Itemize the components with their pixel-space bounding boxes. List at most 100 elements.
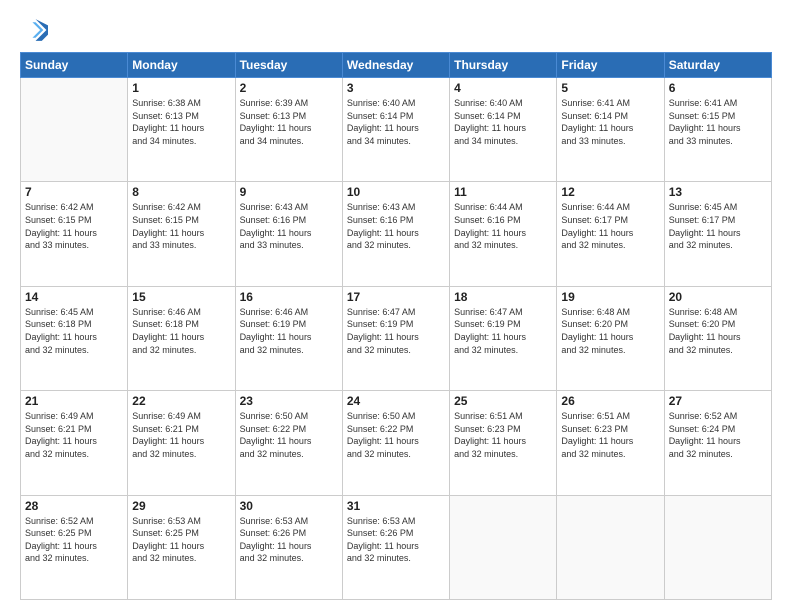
calendar-week-5: 28 Sunrise: 6:52 AM Sunset: 6:25 PM Dayli… <box>21 495 772 599</box>
day-number: 28 <box>25 499 123 513</box>
calendar-cell: 22 Sunrise: 6:49 AM Sunset: 6:21 PM Dayli… <box>128 391 235 495</box>
calendar-table: SundayMondayTuesdayWednesdayThursdayFrid… <box>20 52 772 600</box>
calendar-cell: 10 Sunrise: 6:43 AM Sunset: 6:16 PM Dayli… <box>342 182 449 286</box>
day-info: Sunrise: 6:41 AM Sunset: 6:14 PM Dayligh… <box>561 97 659 147</box>
calendar-cell: 21 Sunrise: 6:49 AM Sunset: 6:21 PM Dayli… <box>21 391 128 495</box>
day-info: Sunrise: 6:42 AM Sunset: 6:15 PM Dayligh… <box>132 201 230 251</box>
day-number: 20 <box>669 290 767 304</box>
day-info: Sunrise: 6:50 AM Sunset: 6:22 PM Dayligh… <box>240 410 338 460</box>
day-info: Sunrise: 6:50 AM Sunset: 6:22 PM Dayligh… <box>347 410 445 460</box>
day-info: Sunrise: 6:40 AM Sunset: 6:14 PM Dayligh… <box>347 97 445 147</box>
calendar-cell: 24 Sunrise: 6:50 AM Sunset: 6:22 PM Dayli… <box>342 391 449 495</box>
calendar-cell <box>450 495 557 599</box>
day-of-week-thursday: Thursday <box>450 53 557 78</box>
day-info: Sunrise: 6:44 AM Sunset: 6:16 PM Dayligh… <box>454 201 552 251</box>
day-info: Sunrise: 6:47 AM Sunset: 6:19 PM Dayligh… <box>347 306 445 356</box>
day-info: Sunrise: 6:46 AM Sunset: 6:19 PM Dayligh… <box>240 306 338 356</box>
calendar-cell: 27 Sunrise: 6:52 AM Sunset: 6:24 PM Dayli… <box>664 391 771 495</box>
calendar-cell: 1 Sunrise: 6:38 AM Sunset: 6:13 PM Daylig… <box>128 78 235 182</box>
calendar-cell: 23 Sunrise: 6:50 AM Sunset: 6:22 PM Dayli… <box>235 391 342 495</box>
calendar-cell: 17 Sunrise: 6:47 AM Sunset: 6:19 PM Dayli… <box>342 286 449 390</box>
day-info: Sunrise: 6:52 AM Sunset: 6:25 PM Dayligh… <box>25 515 123 565</box>
day-number: 4 <box>454 81 552 95</box>
calendar-cell: 15Sunrise: 6:46 AM Sunset: 6:18 PM Dayli… <box>128 286 235 390</box>
calendar-cell: 2 Sunrise: 6:39 AM Sunset: 6:13 PM Daylig… <box>235 78 342 182</box>
calendar-week-2: 7 Sunrise: 6:42 AM Sunset: 6:15 PM Daylig… <box>21 182 772 286</box>
day-of-week-wednesday: Wednesday <box>342 53 449 78</box>
calendar-cell: 26 Sunrise: 6:51 AM Sunset: 6:23 PM Dayli… <box>557 391 664 495</box>
calendar-cell: 31 Sunrise: 6:53 AM Sunset: 6:26 PM Dayli… <box>342 495 449 599</box>
calendar-cell: 7 Sunrise: 6:42 AM Sunset: 6:15 PM Daylig… <box>21 182 128 286</box>
day-info: Sunrise: 6:40 AM Sunset: 6:14 PM Dayligh… <box>454 97 552 147</box>
page: SundayMondayTuesdayWednesdayThursdayFrid… <box>0 0 792 612</box>
calendar-week-1: 1 Sunrise: 6:38 AM Sunset: 6:13 PM Daylig… <box>21 78 772 182</box>
day-number: 16 <box>240 290 338 304</box>
day-number: 31 <box>347 499 445 513</box>
calendar-cell: 25 Sunrise: 6:51 AM Sunset: 6:23 PM Dayli… <box>450 391 557 495</box>
calendar-week-4: 21 Sunrise: 6:49 AM Sunset: 6:21 PM Dayli… <box>21 391 772 495</box>
logo <box>20 16 52 44</box>
day-number: 7 <box>25 185 123 199</box>
day-info: Sunrise: 6:39 AM Sunset: 6:13 PM Dayligh… <box>240 97 338 147</box>
day-info: Sunrise: 6:51 AM Sunset: 6:23 PM Dayligh… <box>561 410 659 460</box>
day-info: Sunrise: 6:48 AM Sunset: 6:20 PM Dayligh… <box>669 306 767 356</box>
day-number: 13 <box>669 185 767 199</box>
calendar-cell: 13 Sunrise: 6:45 AM Sunset: 6:17 PM Dayli… <box>664 182 771 286</box>
day-number: 21 <box>25 394 123 408</box>
day-info: Sunrise: 6:41 AM Sunset: 6:15 PM Dayligh… <box>669 97 767 147</box>
day-info: Sunrise: 6:43 AM Sunset: 6:16 PM Dayligh… <box>347 201 445 251</box>
day-number: 15 <box>132 290 230 304</box>
day-number: 26 <box>561 394 659 408</box>
calendar-cell: 4 Sunrise: 6:40 AM Sunset: 6:14 PM Daylig… <box>450 78 557 182</box>
day-info: Sunrise: 6:42 AM Sunset: 6:15 PM Dayligh… <box>25 201 123 251</box>
day-info: Sunrise: 6:47 AM Sunset: 6:19 PM Dayligh… <box>454 306 552 356</box>
day-of-week-saturday: Saturday <box>664 53 771 78</box>
day-info: Sunrise: 6:51 AM Sunset: 6:23 PM Dayligh… <box>454 410 552 460</box>
calendar-cell: 16 Sunrise: 6:46 AM Sunset: 6:19 PM Dayli… <box>235 286 342 390</box>
day-number: 19 <box>561 290 659 304</box>
day-info: Sunrise: 6:45 AM Sunset: 6:18 PM Dayligh… <box>25 306 123 356</box>
day-number: 1 <box>132 81 230 95</box>
day-info: Sunrise: 6:38 AM Sunset: 6:13 PM Dayligh… <box>132 97 230 147</box>
calendar-cell: 30Sunrise: 6:53 AM Sunset: 6:26 PM Dayli… <box>235 495 342 599</box>
logo-icon <box>20 16 48 44</box>
day-of-week-friday: Friday <box>557 53 664 78</box>
calendar-cell <box>664 495 771 599</box>
calendar-cell: 14 Sunrise: 6:45 AM Sunset: 6:18 PM Dayli… <box>21 286 128 390</box>
day-number: 27 <box>669 394 767 408</box>
calendar-cell: 12Sunrise: 6:44 AM Sunset: 6:17 PM Dayli… <box>557 182 664 286</box>
day-info: Sunrise: 6:44 AM Sunset: 6:17 PM Dayligh… <box>561 201 659 251</box>
calendar-cell: 20 Sunrise: 6:48 AM Sunset: 6:20 PM Dayli… <box>664 286 771 390</box>
day-number: 25 <box>454 394 552 408</box>
calendar-week-3: 14 Sunrise: 6:45 AM Sunset: 6:18 PM Dayli… <box>21 286 772 390</box>
calendar-cell <box>21 78 128 182</box>
day-info: Sunrise: 6:53 AM Sunset: 6:26 PM Dayligh… <box>347 515 445 565</box>
day-info: Sunrise: 6:52 AM Sunset: 6:24 PM Dayligh… <box>669 410 767 460</box>
day-info: Sunrise: 6:49 AM Sunset: 6:21 PM Dayligh… <box>132 410 230 460</box>
day-number: 14 <box>25 290 123 304</box>
calendar-cell: 6Sunrise: 6:41 AM Sunset: 6:15 PM Daylig… <box>664 78 771 182</box>
day-number: 18 <box>454 290 552 304</box>
day-number: 24 <box>347 394 445 408</box>
calendar-cell: 3 Sunrise: 6:40 AM Sunset: 6:14 PM Daylig… <box>342 78 449 182</box>
day-number: 9 <box>240 185 338 199</box>
calendar-cell: 18 Sunrise: 6:47 AM Sunset: 6:19 PM Dayli… <box>450 286 557 390</box>
day-number: 11 <box>454 185 552 199</box>
day-info: Sunrise: 6:45 AM Sunset: 6:17 PM Dayligh… <box>669 201 767 251</box>
day-number: 29 <box>132 499 230 513</box>
calendar-cell: 5Sunrise: 6:41 AM Sunset: 6:14 PM Daylig… <box>557 78 664 182</box>
day-number: 23 <box>240 394 338 408</box>
calendar-cell: 19 Sunrise: 6:48 AM Sunset: 6:20 PM Dayli… <box>557 286 664 390</box>
day-info: Sunrise: 6:48 AM Sunset: 6:20 PM Dayligh… <box>561 306 659 356</box>
day-number: 30 <box>240 499 338 513</box>
day-number: 2 <box>240 81 338 95</box>
calendar-cell: 28 Sunrise: 6:52 AM Sunset: 6:25 PM Dayli… <box>21 495 128 599</box>
day-number: 17 <box>347 290 445 304</box>
day-number: 3 <box>347 81 445 95</box>
day-info: Sunrise: 6:49 AM Sunset: 6:21 PM Dayligh… <box>25 410 123 460</box>
day-info: Sunrise: 6:53 AM Sunset: 6:25 PM Dayligh… <box>132 515 230 565</box>
day-number: 10 <box>347 185 445 199</box>
day-of-week-tuesday: Tuesday <box>235 53 342 78</box>
day-number: 22 <box>132 394 230 408</box>
calendar-cell: 11 Sunrise: 6:44 AM Sunset: 6:16 PM Dayli… <box>450 182 557 286</box>
